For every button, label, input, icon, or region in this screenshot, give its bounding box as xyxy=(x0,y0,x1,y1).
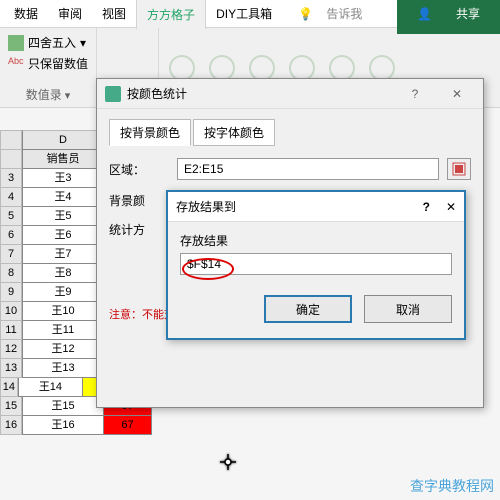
region-label: 区域： xyxy=(109,161,169,178)
table-row[interactable]: 王10 xyxy=(22,302,104,321)
table-row[interactable]: 王6 xyxy=(22,226,104,245)
table-row[interactable]: 王13 xyxy=(22,359,104,378)
person-icon: 👤 xyxy=(407,1,442,27)
tab-data[interactable]: 数据 xyxy=(4,0,48,28)
tab-fangfang[interactable]: 方方格子 xyxy=(136,0,206,29)
abc-icon: Abc xyxy=(8,56,24,72)
table-row[interactable]: 王4 xyxy=(22,188,104,207)
table-row[interactable]: 王16 xyxy=(22,416,104,435)
table-cell[interactable]: 67 xyxy=(104,416,152,435)
circle-tool-2[interactable] xyxy=(209,55,235,81)
table-row[interactable]: 王11 xyxy=(22,321,104,340)
help-button-2[interactable]: ? xyxy=(423,200,430,214)
round-button[interactable]: 四舍五入 ▾ xyxy=(8,32,88,53)
table-row[interactable]: 王7 xyxy=(22,245,104,264)
close-button[interactable]: ✕ xyxy=(439,87,475,101)
app-icon xyxy=(105,86,121,102)
cursor-icon xyxy=(218,452,238,475)
table-row[interactable]: 王8 xyxy=(22,264,104,283)
circle-tool-6[interactable] xyxy=(369,55,395,81)
ribbon-tabs: 数据 审阅 视图 方方格子 DIY工具箱 💡 告诉我 👤共享 xyxy=(0,0,500,28)
circle-tool-1[interactable] xyxy=(169,55,195,81)
tab-bg-color[interactable]: 按背景颜色 xyxy=(109,119,191,146)
result-location-dialog: 存放结果到 ? ✕ 存放结果 确定 取消 xyxy=(166,190,466,340)
table-row[interactable]: 王14 xyxy=(18,378,83,397)
round-icon xyxy=(8,35,24,51)
tell-me[interactable]: 💡 告诉我 xyxy=(288,0,382,28)
group-label: 数值录 ▾ xyxy=(8,86,88,103)
result-label: 存放结果 xyxy=(180,232,452,249)
ribbon-group-number: 四舍五入 ▾ Abc只保留数值 数值录 ▾ xyxy=(0,28,97,107)
keep-value-button[interactable]: Abc只保留数值 xyxy=(8,53,88,74)
table-row[interactable]: 王5 xyxy=(22,207,104,226)
cancel-button-2[interactable]: 取消 xyxy=(364,295,452,323)
dialog2-titlebar[interactable]: 存放结果到 ? ✕ xyxy=(168,192,464,222)
ok-button-2[interactable]: 确定 xyxy=(264,295,352,323)
circle-tool-3[interactable] xyxy=(249,55,275,81)
watermark: 查字典教程网 xyxy=(410,476,494,496)
close-button-2[interactable]: ✕ xyxy=(446,200,456,214)
dialog2-title: 存放结果到 xyxy=(176,198,236,215)
tab-view[interactable]: 视图 xyxy=(92,0,136,28)
table-row[interactable]: 王3 xyxy=(22,169,104,188)
circle-tool-4[interactable] xyxy=(289,55,315,81)
bgcolor-label: 背景颜 xyxy=(109,192,169,209)
tab-font-color[interactable]: 按字体颜色 xyxy=(193,119,275,146)
range-picker-button[interactable] xyxy=(447,158,471,180)
tab-review[interactable]: 审阅 xyxy=(48,0,92,28)
table-row[interactable]: 王15 xyxy=(22,397,104,416)
dialog-titlebar[interactable]: 按颜色统计 ? ✕ xyxy=(97,79,483,109)
tab-diy[interactable]: DIY工具箱 xyxy=(206,0,282,28)
help-button[interactable]: ? xyxy=(397,87,433,101)
share-button[interactable]: 👤共享 xyxy=(397,0,500,34)
table-row[interactable]: 王9 xyxy=(22,283,104,302)
circle-tool-5[interactable] xyxy=(329,55,355,81)
color-tabs: 按背景颜色 按字体颜色 xyxy=(109,119,471,146)
dialog-title: 按颜色统计 xyxy=(127,85,187,102)
table-row[interactable]: 王12 xyxy=(22,340,104,359)
result-input[interactable] xyxy=(180,253,452,275)
stat-label: 统计方 xyxy=(109,221,169,238)
region-input[interactable] xyxy=(177,158,439,180)
